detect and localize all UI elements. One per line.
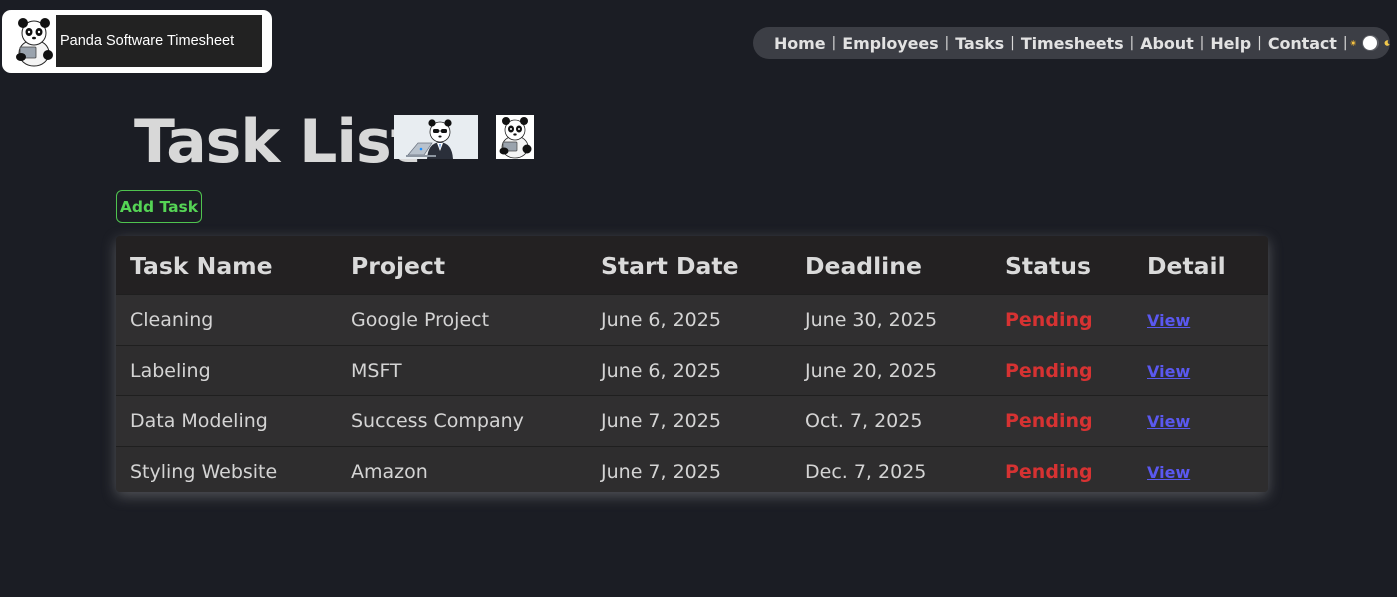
status-badge: Pending xyxy=(1005,410,1093,432)
cell-deadline: June 30, 2025 xyxy=(805,309,938,331)
cell-deadline: Oct. 7, 2025 xyxy=(805,410,923,432)
table-body: Cleaning Google Project June 6, 2025 Jun… xyxy=(116,294,1268,492)
nav-contact[interactable]: Contact xyxy=(1268,34,1337,53)
panda-laptop-small xyxy=(496,115,534,159)
cell-deadline: Dec. 7, 2025 xyxy=(805,460,927,483)
page-title: Task List xyxy=(134,107,419,177)
brand-logo-inner: Panda Software Timesheet xyxy=(12,15,262,67)
theme-toggle[interactable] xyxy=(1362,35,1379,51)
brand-title: Panda Software Timesheet xyxy=(60,33,235,49)
nav-separator: | xyxy=(1199,35,1205,51)
status-badge: Pending xyxy=(1005,309,1093,331)
table-header: Task Name Project Start Date Deadline St… xyxy=(116,236,1268,294)
table-row: Labeling MSFT June 6, 2025 June 20, 2025… xyxy=(116,344,1268,395)
header-status[interactable]: Status xyxy=(1005,236,1091,294)
header-deadline[interactable]: Deadline xyxy=(805,236,922,294)
task-table: Task Name Project Start Date Deadline St… xyxy=(116,236,1268,492)
cell-start-date: June 7, 2025 xyxy=(601,410,721,432)
header-start-date[interactable]: Start Date xyxy=(601,236,739,294)
cell-project: Success Company xyxy=(351,410,524,432)
header-task-name[interactable]: Task Name xyxy=(130,236,273,294)
view-link[interactable]: View xyxy=(1147,412,1190,431)
table-row: Styling Website Amazon June 7, 2025 Dec.… xyxy=(116,445,1268,493)
cell-task-name: Styling Website xyxy=(130,460,278,483)
view-link[interactable]: View xyxy=(1147,311,1190,330)
sun-icon xyxy=(1349,40,1356,46)
header-detail[interactable]: Detail xyxy=(1147,236,1226,294)
cell-task-name: Labeling xyxy=(130,359,211,382)
table-row: Data Modeling Success Company June 7, 20… xyxy=(116,395,1268,446)
panda-logo-icon xyxy=(12,15,56,67)
brand-logo[interactable]: Panda Software Timesheet xyxy=(2,10,272,73)
nav-separator: | xyxy=(944,35,950,51)
table-row: Cleaning Google Project June 6, 2025 Jun… xyxy=(116,294,1268,345)
nav-separator: | xyxy=(1129,35,1135,51)
cell-start-date: June 6, 2025 xyxy=(601,359,721,382)
main-nav: Home | Employees | Tasks | Timesheets | … xyxy=(753,27,1390,59)
cell-detail: View xyxy=(1147,396,1190,445)
cell-start-date: June 7, 2025 xyxy=(601,460,721,483)
cell-task-name: Cleaning xyxy=(130,309,214,331)
nav-home[interactable]: Home xyxy=(774,34,826,53)
nav-employees[interactable]: Employees xyxy=(842,34,938,53)
nav-separator: | xyxy=(1010,35,1015,51)
nav-separator: | xyxy=(1342,35,1348,51)
cell-detail: View xyxy=(1147,346,1190,395)
cell-detail: View xyxy=(1147,295,1190,344)
cell-task-name: Data Modeling xyxy=(130,410,268,432)
nav-timesheets[interactable]: Timesheets xyxy=(1021,34,1124,53)
view-link[interactable]: View xyxy=(1147,463,1190,482)
nav-help[interactable]: Help xyxy=(1210,34,1251,53)
nav-tasks[interactable]: Tasks xyxy=(955,34,1004,53)
add-task-button[interactable]: Add Task xyxy=(116,190,202,223)
nav-about[interactable]: About xyxy=(1140,34,1193,53)
cell-project: MSFT xyxy=(351,359,402,382)
status-badge: Pending xyxy=(1005,359,1093,382)
moon-icon xyxy=(1384,40,1390,46)
nav-separator: | xyxy=(1257,35,1262,51)
cell-detail: View xyxy=(1147,447,1190,493)
status-badge: Pending xyxy=(1005,460,1093,483)
theme-toggle-knob xyxy=(1362,36,1377,50)
view-link[interactable]: View xyxy=(1147,362,1190,381)
cell-project: Amazon xyxy=(351,460,428,483)
header-project[interactable]: Project xyxy=(351,236,445,294)
cell-start-date: June 6, 2025 xyxy=(601,309,721,331)
page: Panda Software Timesheet Home | Employee… xyxy=(0,0,1397,597)
panda-laptop-banner xyxy=(394,115,478,159)
cell-project: Google Project xyxy=(351,309,490,331)
nav-separator: | xyxy=(831,35,837,51)
cell-deadline: June 20, 2025 xyxy=(805,359,938,382)
